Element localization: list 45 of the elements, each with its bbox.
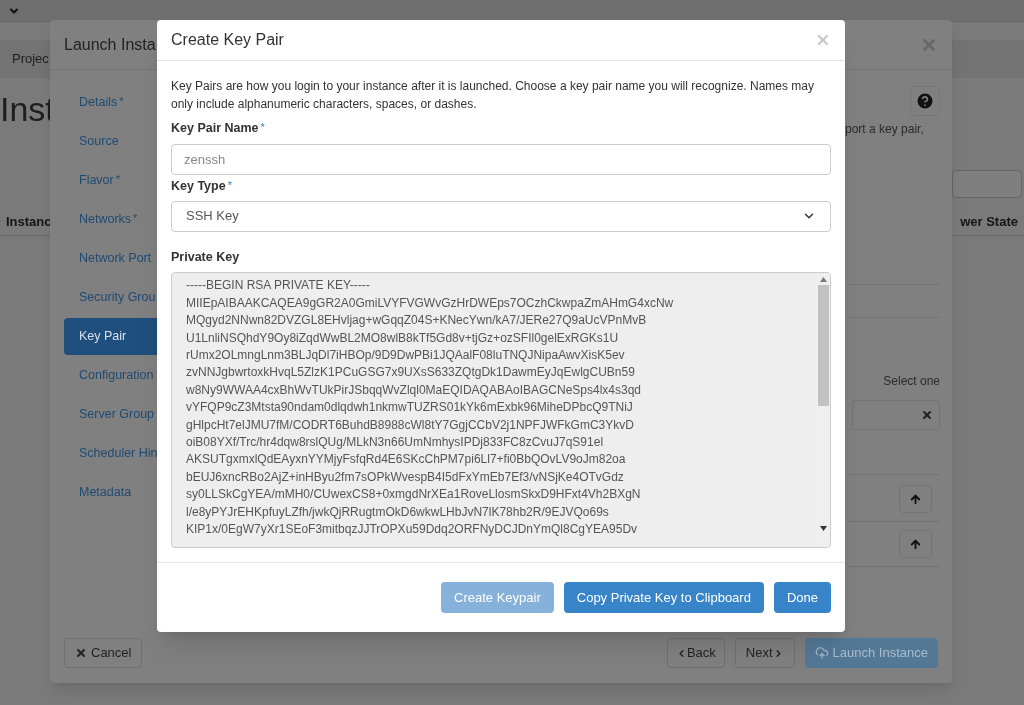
close-icon <box>75 647 87 659</box>
help-icon <box>915 91 935 111</box>
dialog-button[interactable]: Done <box>773 582 831 614</box>
launch-instance-button[interactable]: Launch Instance <box>804 638 938 668</box>
dialog-title: Launch Insta <box>64 34 156 55</box>
wizard-step[interactable]: Source <box>64 123 157 160</box>
required-asterisk: * <box>133 212 138 225</box>
arrow-up-icon <box>909 537 922 551</box>
required-asterisk: * <box>115 173 120 186</box>
description-text: Key Pairs are how you login to your instance after it is launched. Choose a key pair name you will recognize. Names may only include alphanumeric characters, spaces, or dashes. <box>171 78 815 114</box>
field-label: Key Type <box>171 177 226 195</box>
key-pair-name-field[interactable]: zenssh <box>171 143 831 175</box>
wizard-step[interactable]: Configuration <box>64 357 157 394</box>
wizard-step[interactable]: Networks * <box>64 201 157 238</box>
column-header: Instanc <box>6 212 52 231</box>
required-asterisk: * <box>260 120 265 136</box>
dialog-title: Create Key Pair <box>171 30 284 51</box>
cloud-upload-icon <box>814 646 829 660</box>
wizard-step[interactable]: Server Group <box>64 396 157 433</box>
breadcrumb[interactable]: Projec <box>12 49 49 69</box>
help-button[interactable] <box>910 86 940 116</box>
search-field[interactable] <box>952 170 1022 198</box>
wizard-step[interactable]: Security Grou <box>64 279 157 316</box>
required-asterisk: * <box>227 177 232 193</box>
wizard-step[interactable]: Metadata <box>64 474 157 511</box>
field-label: Private Key <box>171 248 241 266</box>
dialog-button[interactable]: Copy Private Key to Clipboard <box>563 582 764 614</box>
back-button[interactable]: Back <box>666 638 725 668</box>
column-header: wer State <box>960 212 1018 231</box>
next-button[interactable]: Next <box>734 638 795 668</box>
remove-icon[interactable] <box>921 409 933 421</box>
move-up-button[interactable] <box>899 530 932 558</box>
move-up-button[interactable] <box>899 485 932 513</box>
key-type-select[interactable]: SSH Key <box>171 200 831 232</box>
field-label: Key Pair Name <box>171 120 259 138</box>
select-label: Select one <box>883 373 940 390</box>
wizard-step[interactable]: Scheduler Hin <box>64 435 157 472</box>
arrow-up-icon <box>909 492 922 506</box>
wizard-step[interactable]: Flavor * <box>64 162 157 199</box>
description-text: port a key pair, <box>845 121 924 138</box>
cancel-button[interactable]: Cancel <box>64 638 143 668</box>
required-asterisk: * <box>119 95 124 108</box>
wizard-step[interactable]: Network Port <box>64 240 157 277</box>
wizard-step[interactable]: Key Pair <box>64 318 157 355</box>
wizard-step[interactable]: Details * <box>64 84 157 121</box>
